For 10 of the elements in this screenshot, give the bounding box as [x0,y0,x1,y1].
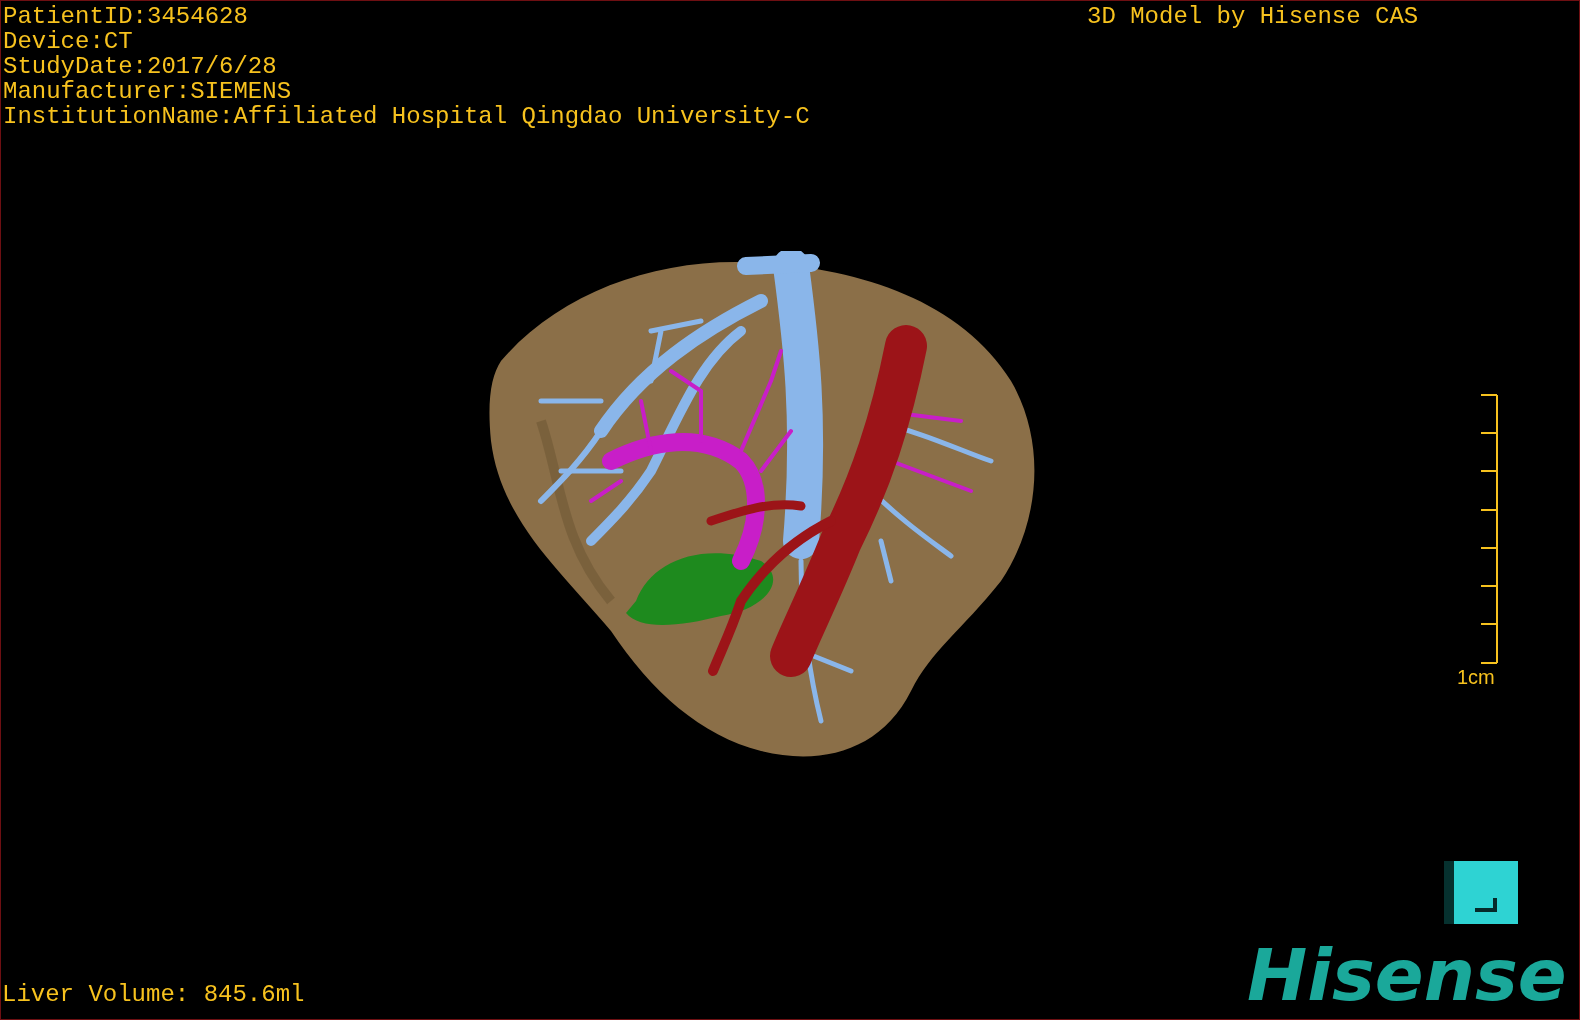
brand-logo: Hisense [1247,935,1567,1015]
info-line: Device:CT [3,29,134,54]
info-line: Manufacturer:SIEMENS [3,79,293,104]
info-line: PatientID:3454628 [3,4,249,29]
viewer-title: 3D Model by Hisense CAS [1087,4,1419,29]
info-line: StudyDate:2017/6/28 [3,54,278,79]
liver-volume-text: Liver Volume: 845.6ml [2,982,305,1007]
corner-icon [1473,896,1497,912]
info-line: InstitutionName:Affiliated Hospital Qingdao University-C [3,104,810,129]
scale-label: 1cm [1457,665,1495,690]
